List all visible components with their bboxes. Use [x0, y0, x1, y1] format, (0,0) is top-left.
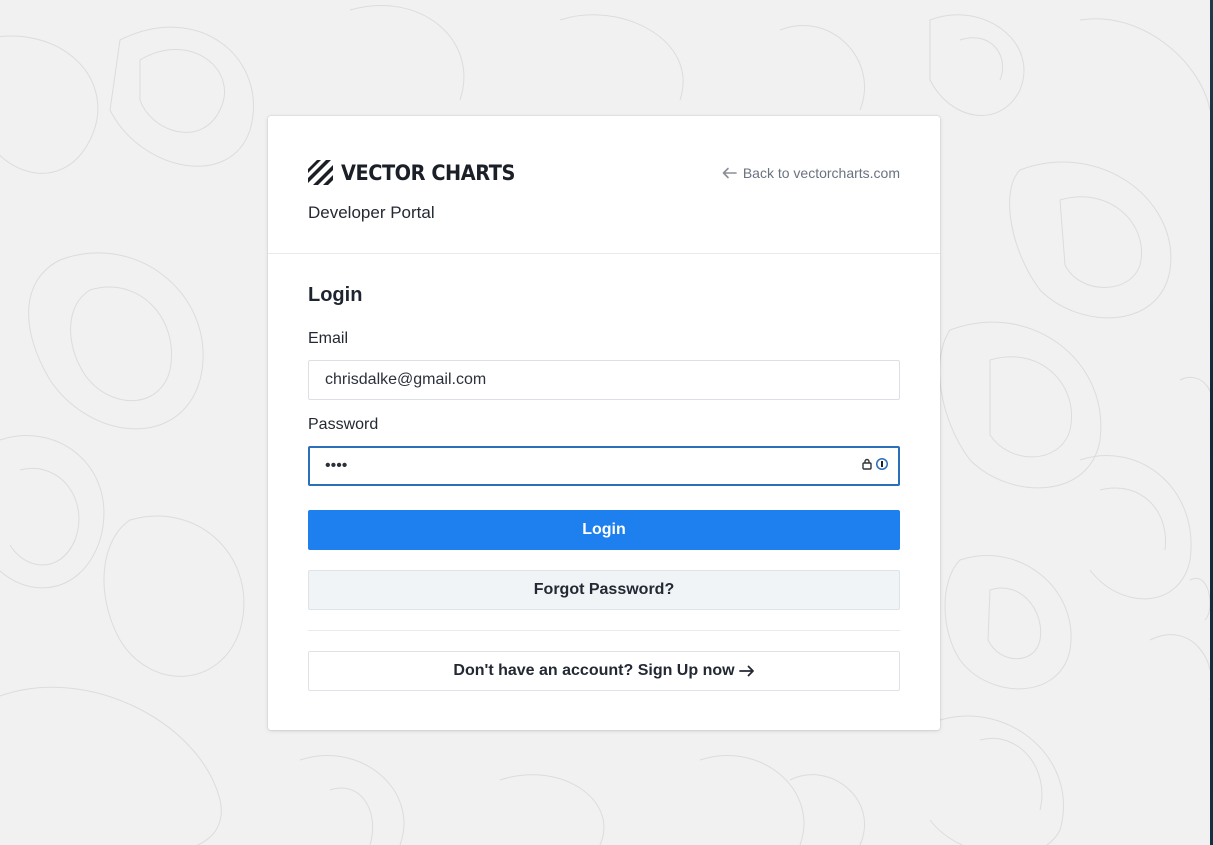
brand: VECTOR CHARTS [308, 160, 530, 185]
back-link-label: Back to vectorcharts.com [742, 165, 900, 181]
forgot-password-button[interactable]: Forgot Password? [308, 570, 900, 610]
login-button[interactable]: Login [308, 510, 900, 550]
signup-button[interactable]: Don't have an account? Sign Up now [308, 651, 900, 691]
email-input[interactable] [308, 360, 900, 400]
card-header: VECTOR CHARTS Back to vectorcharts.com D… [268, 116, 940, 254]
password-label: Password [308, 416, 379, 433]
password-field [308, 446, 900, 486]
password-input[interactable] [308, 446, 900, 486]
signup-label: Don't have an account? Sign Up now [453, 662, 735, 679]
email-label: Email [308, 330, 349, 347]
vector-charts-logo-icon [308, 160, 333, 185]
portal-subtitle: Developer Portal [308, 203, 435, 222]
arrow-right-icon [738, 665, 754, 677]
password-manager-icon[interactable] [861, 456, 891, 472]
login-heading: Login [308, 284, 363, 306]
divider [308, 630, 900, 631]
back-link[interactable]: Back to vectorcharts.com [722, 165, 900, 181]
lock-icon [862, 458, 872, 470]
brand-name: VECTOR CHARTS [341, 160, 515, 185]
arrow-left-icon [722, 167, 737, 179]
key-icon [876, 458, 888, 470]
login-card: VECTOR CHARTS Back to vectorcharts.com D… [268, 116, 940, 730]
